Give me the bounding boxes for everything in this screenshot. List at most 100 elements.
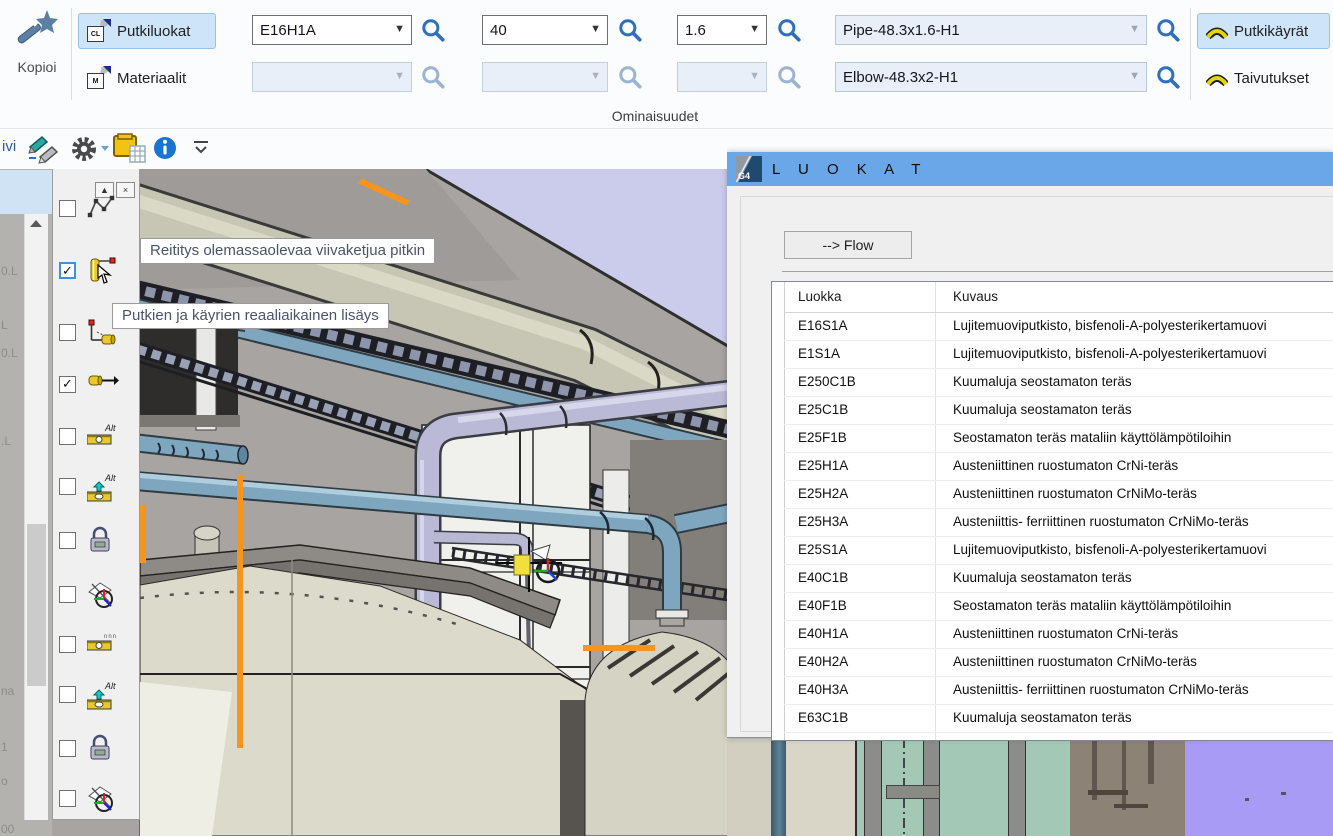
kuvaus-cell[interactable]: Austeniittinen ruostumaton CrNi-teräs bbox=[953, 626, 1178, 641]
search-thickness-icon[interactable] bbox=[776, 17, 802, 43]
copy-tool[interactable]: Kopioi bbox=[6, 8, 68, 75]
search-elbow-part-icon[interactable] bbox=[1155, 64, 1181, 90]
size-combo-2[interactable]: ▼ bbox=[482, 62, 608, 92]
toolbox-checkbox[interactable] bbox=[59, 686, 76, 703]
toolbox-checkbox[interactable] bbox=[59, 200, 76, 217]
table-row[interactable]: E25H3A Austeniittis- ferriittinen ruostum… bbox=[784, 508, 1333, 537]
toolbox-checkbox[interactable] bbox=[59, 478, 76, 495]
search-icon[interactable] bbox=[776, 64, 802, 90]
dialog-titlebar[interactable]: G4 L U O K A T bbox=[727, 152, 1333, 186]
table-row[interactable]: E25H1A Austeniittinen ruostumaton CrNi-te… bbox=[784, 452, 1333, 481]
size-combo[interactable]: 40▼ bbox=[482, 15, 608, 45]
luokka-cell[interactable]: E63C1B bbox=[798, 710, 848, 725]
collapse-ribbon-icon[interactable] bbox=[190, 139, 212, 157]
kuvaus-cell[interactable]: Austeniittinen ruostumaton CrNiMo-teräs bbox=[953, 486, 1197, 501]
copy-table-icon[interactable] bbox=[112, 132, 148, 166]
table-row[interactable]: E25F1B Seostamaton teräs mataliin käyttöl… bbox=[784, 424, 1333, 453]
luokka-cell[interactable]: E250C1B bbox=[798, 374, 856, 389]
scroll-up-icon[interactable] bbox=[30, 220, 42, 227]
luokka-cell[interactable]: E40C1B bbox=[798, 570, 848, 585]
polyline-route-icon[interactable] bbox=[87, 194, 117, 225]
search-size-icon[interactable] bbox=[617, 17, 643, 43]
toolbox-checkbox[interactable] bbox=[59, 586, 76, 603]
search-pipe-class-icon[interactable] bbox=[420, 17, 446, 43]
lock-icon[interactable] bbox=[87, 734, 113, 767]
luokka-cell[interactable]: E25H2A bbox=[798, 486, 848, 501]
search-icon[interactable] bbox=[420, 64, 446, 90]
elbow-part-combo[interactable]: Elbow-48.3x2-H1▼ bbox=[835, 62, 1147, 92]
column-header-luokka[interactable]: Luokka bbox=[798, 289, 842, 304]
luokka-cell[interactable]: E63C2B bbox=[798, 738, 848, 741]
flow-button[interactable]: --> Flow bbox=[784, 231, 912, 259]
lock-icon[interactable] bbox=[87, 526, 113, 559]
table-row[interactable]: E250C1BKuumaluja seostamaton teräs bbox=[784, 368, 1333, 397]
luokka-cell[interactable]: E1S1A bbox=[798, 346, 840, 361]
kuvaus-cell[interactable]: Seostamaton teräs mataliin käyttölämpöti… bbox=[953, 430, 1231, 445]
info-icon[interactable] bbox=[152, 135, 178, 161]
toolbox-checkbox[interactable]: ✓ bbox=[59, 376, 76, 393]
pipe-bends-button[interactable]: Putkikäyrät bbox=[1197, 13, 1330, 49]
toolbox-checkbox[interactable] bbox=[59, 532, 76, 549]
pipe-class-table[interactable]: Luokka Kuvaus E16S1ALujitemuoviputkisto,… bbox=[771, 281, 1333, 741]
kuvaus-cell[interactable]: Kuumaluja seostamaton teräs bbox=[953, 710, 1132, 725]
toolbox-checkbox[interactable]: ✓ bbox=[59, 262, 76, 279]
kuvaus-cell[interactable]: Lujitemuoviputkisto, bisfenoli-A-polyest… bbox=[953, 346, 1267, 361]
pipe-realtime-icon[interactable] bbox=[87, 256, 117, 291]
table-row[interactable]: E40H3A Austeniittis- ferriittinen ruostum… bbox=[784, 676, 1333, 705]
column-header-kuvaus[interactable]: Kuvaus bbox=[953, 289, 998, 304]
toolbox-checkbox[interactable] bbox=[59, 636, 76, 653]
alt-pipe-up-icon[interactable]: Alt bbox=[87, 680, 119, 717]
luokka-cell[interactable]: E25H1A bbox=[798, 458, 848, 473]
wall-thickness-combo[interactable]: 1.6▼ bbox=[677, 15, 767, 45]
pipe-classes-button[interactable]: CL Putkiluokat bbox=[78, 13, 216, 49]
luokka-cell[interactable]: E40H3A bbox=[798, 682, 848, 697]
pipe-class-combo[interactable]: E16H1A▼ bbox=[252, 15, 412, 45]
alt-pipe-icon[interactable]: Alt bbox=[87, 422, 119, 455]
kuvaus-cell[interactable]: Lujitemuoviputkisto, bisfenoli-A-polyest… bbox=[953, 318, 1267, 333]
toolbox-checkbox[interactable] bbox=[59, 324, 76, 341]
table-row[interactable]: E25C1BKuumaluja seostamaton teräs bbox=[784, 396, 1333, 425]
pipe-small-label-icon[interactable]: nnn bbox=[87, 630, 119, 661]
vertical-scrollbar[interactable] bbox=[24, 214, 48, 820]
luokka-cell[interactable]: E25H3A bbox=[798, 514, 848, 529]
pipe-class-combo-2[interactable]: ▼ bbox=[252, 62, 412, 92]
kuvaus-cell[interactable]: Lujitemuoviputkisto, bisfenoli-A-polyest… bbox=[953, 542, 1267, 557]
edit-attributes-icon[interactable] bbox=[26, 133, 64, 165]
settings-gear-icon[interactable] bbox=[70, 134, 110, 164]
table-row[interactable]: E1S1A Lujitemuoviputkisto, bisfenoli-A-po… bbox=[784, 340, 1333, 369]
table-row[interactable]: E63C1B Kuumaluja seostamaton teräs bbox=[784, 704, 1333, 733]
kuvaus-cell[interactable]: Austeniittinen ruostumaton CrNiMo-teräs bbox=[953, 654, 1197, 669]
kuvaus-cell[interactable]: Austeniittis- ferriittinen ruostumaton C… bbox=[953, 682, 1249, 697]
toolbox-checkbox[interactable] bbox=[59, 790, 76, 807]
kuvaus-cell[interactable]: Kuumaluja seostamaton teräs bbox=[953, 570, 1132, 585]
kuvaus-cell[interactable]: Austeniittis- ferriittinen ruostumaton C… bbox=[953, 514, 1249, 529]
table-row[interactable]: E40C1B Kuumaluja seostamaton teräs bbox=[784, 564, 1333, 593]
scrollbar-thumb[interactable] bbox=[27, 524, 46, 686]
pipe-direction-icon[interactable] bbox=[87, 370, 119, 397]
kuvaus-cell[interactable]: Kuumaluja Mo-seosteinen teräs bbox=[953, 738, 1143, 741]
table-row[interactable]: E40H2A Austeniittinen ruostumaton CrNiMo-… bbox=[784, 648, 1333, 677]
kuvaus-cell[interactable]: Austeniittinen ruostumaton CrNi-teräs bbox=[953, 458, 1178, 473]
luokka-cell[interactable]: E25S1A bbox=[798, 542, 848, 557]
toolbox-checkbox[interactable] bbox=[59, 428, 76, 445]
table-row[interactable]: E40H1A Austeniittinen ruostumaton CrNi-te… bbox=[784, 620, 1333, 649]
kuvaus-cell[interactable]: Seostamaton teräs mataliin käyttölämpöti… bbox=[953, 598, 1231, 613]
pipe-part-combo[interactable]: Pipe-48.3x1.6-H1▼ bbox=[835, 15, 1147, 45]
alt-pipe-up-icon[interactable]: Alt bbox=[87, 472, 119, 509]
kuvaus-cell[interactable]: Kuumaluja seostamaton teräs bbox=[953, 402, 1132, 417]
table-row[interactable]: E25H2A Austeniittinen ruostumaton CrNiMo-… bbox=[784, 480, 1333, 509]
table-row[interactable]: E25S1A Lujitemuoviputkisto, bisfenoli-A-p… bbox=[784, 536, 1333, 565]
search-pipe-part-icon[interactable] bbox=[1155, 17, 1181, 43]
table-header[interactable]: Luokka Kuvaus bbox=[784, 282, 1333, 313]
toolbox-checkbox[interactable] bbox=[59, 740, 76, 757]
table-row[interactable]: E16S1ALujitemuoviputkisto, bisfenoli-A-p… bbox=[784, 312, 1333, 341]
search-icon[interactable] bbox=[617, 64, 643, 90]
wall-thickness-combo-2[interactable]: ▼ bbox=[677, 62, 767, 92]
table-row[interactable]: E40F1BSeostamaton teräs mataliin käyttöl… bbox=[784, 592, 1333, 621]
luokka-cell[interactable]: E25F1B bbox=[798, 430, 847, 445]
luokka-cell[interactable]: E40H1A bbox=[798, 626, 848, 641]
axes-icon[interactable] bbox=[87, 580, 117, 615]
table-row[interactable]: E63C2B Kuumaluja Mo-seosteinen teräs bbox=[784, 732, 1333, 741]
axes-icon[interactable] bbox=[87, 784, 117, 819]
luokka-cell[interactable]: E40H2A bbox=[798, 654, 848, 669]
